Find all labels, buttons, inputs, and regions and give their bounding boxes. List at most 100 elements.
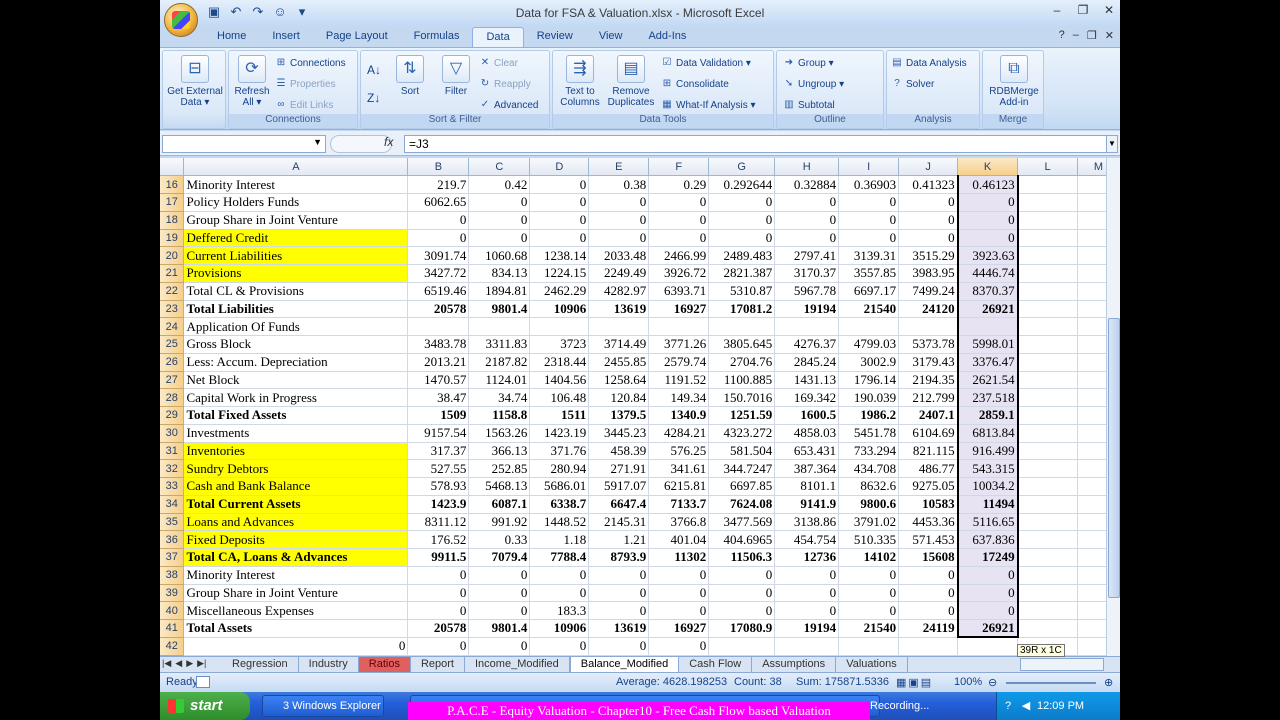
data-cell[interactable]: 571.453: [898, 530, 959, 549]
data-cell[interactable]: 1251.59: [708, 406, 776, 425]
data-cell[interactable]: 733.294: [838, 442, 900, 461]
data-cell[interactable]: 26921: [956, 619, 1019, 639]
empty-cell[interactable]: [1017, 584, 1078, 603]
data-cell[interactable]: 11506.3: [708, 548, 776, 567]
taskbar-recording[interactable]: Recording...: [870, 695, 990, 717]
data-cell[interactable]: 0: [708, 601, 776, 620]
data-cell[interactable]: 0: [956, 211, 1019, 230]
data-cell[interactable]: [898, 637, 959, 656]
data-cell[interactable]: 26921: [956, 300, 1019, 319]
data-cell[interactable]: 16927: [648, 619, 710, 638]
data-cell[interactable]: 0: [708, 566, 776, 585]
data-cell[interactable]: 0: [588, 566, 650, 585]
sheet-tab-assumptions[interactable]: Assumptions: [752, 657, 837, 672]
data-cell[interactable]: 3805.645: [708, 335, 776, 354]
column-header[interactable]: K: [957, 158, 1019, 177]
data-cell[interactable]: 0: [648, 584, 710, 603]
column-header[interactable]: J: [898, 158, 959, 177]
data-cell[interactable]: 1986.2: [838, 406, 900, 425]
data-cell[interactable]: 0: [407, 584, 470, 603]
data-cell[interactable]: 991.92: [468, 513, 531, 532]
data-cell[interactable]: 3771.26: [648, 335, 710, 354]
data-cell[interactable]: 0: [468, 601, 531, 620]
data-cell[interactable]: 1796.14: [838, 371, 900, 390]
data-cell[interactable]: 2013.21: [407, 353, 470, 372]
name-box[interactable]: ▼: [162, 135, 326, 153]
data-cell[interactable]: 2033.48: [588, 246, 650, 265]
data-cell[interactable]: 0: [468, 637, 531, 656]
data-cell[interactable]: 2466.99: [648, 246, 710, 265]
data-cell[interactable]: 0: [529, 566, 590, 585]
data-cell[interactable]: 0.33: [468, 530, 531, 549]
data-cell[interactable]: 401.04: [648, 530, 710, 549]
data-cell[interactable]: 3923.63: [956, 246, 1019, 265]
data-cell[interactable]: 252.85: [468, 459, 531, 478]
empty-cell[interactable]: [1017, 424, 1078, 443]
data-cell[interactable]: 5686.01: [529, 477, 590, 496]
data-cell[interactable]: 2407.1: [898, 406, 959, 425]
data-cell[interactable]: 4276.37: [774, 335, 840, 354]
data-cell[interactable]: 5998.01: [956, 335, 1019, 354]
data-cell[interactable]: 0: [774, 193, 840, 212]
data-cell[interactable]: 3791.02: [838, 513, 900, 532]
data-cell[interactable]: 0: [708, 584, 776, 603]
row-label-cell[interactable]: Total CL & Provisions: [183, 282, 409, 301]
data-cell[interactable]: 2704.76: [708, 353, 776, 372]
data-cell[interactable]: 21540: [838, 300, 900, 319]
start-button[interactable]: start: [160, 692, 250, 720]
help-tray-icon[interactable]: ?: [1001, 699, 1015, 713]
sort-desc-icon[interactable]: Z↓: [367, 91, 380, 105]
first-sheet-icon[interactable]: |◀: [162, 658, 171, 669]
data-cell[interactable]: 6519.46: [407, 282, 470, 301]
data-cell[interactable]: 20578: [407, 619, 470, 638]
expand-formula-icon[interactable]: ▼: [1106, 135, 1118, 153]
data-cell[interactable]: 0: [774, 584, 840, 603]
data-cell[interactable]: 4799.03: [838, 335, 900, 354]
data-cell[interactable]: 0.41323: [898, 175, 959, 194]
data-cell[interactable]: 6104.69: [898, 424, 959, 443]
data-cell[interactable]: 13619: [588, 619, 650, 638]
empty-cell[interactable]: [1017, 406, 1078, 425]
data-cell[interactable]: 0: [468, 229, 531, 248]
minimize-icon[interactable]: –: [1050, 3, 1064, 17]
data-cell[interactable]: 2859.1: [956, 406, 1019, 425]
data-cell[interactable]: 5967.78: [774, 282, 840, 301]
data-cell[interactable]: 0: [898, 193, 959, 212]
row-header[interactable]: 36: [160, 530, 185, 549]
data-cell[interactable]: 0: [648, 229, 710, 248]
volume-tray-icon[interactable]: ◀: [1019, 699, 1033, 713]
row-header[interactable]: 23: [160, 300, 185, 319]
zoom-level[interactable]: 100%: [954, 676, 982, 688]
data-cell[interactable]: 3139.31: [838, 246, 900, 265]
row-label-cell[interactable]: Minority Interest: [183, 566, 409, 585]
data-cell[interactable]: 317.37: [407, 442, 470, 461]
data-cell[interactable]: 0: [468, 566, 531, 585]
data-cell[interactable]: 0: [898, 601, 959, 620]
data-cell[interactable]: 169.342: [774, 388, 840, 407]
data-cell[interactable]: 0.46123: [956, 175, 1019, 194]
data-cell[interactable]: 434.708: [838, 459, 900, 478]
data-cell[interactable]: 4323.272: [708, 424, 776, 443]
data-cell[interactable]: 0: [648, 211, 710, 230]
data-cell[interactable]: 0: [898, 229, 959, 248]
row-label-cell[interactable]: Group Share in Joint Venture: [183, 211, 409, 230]
empty-cell[interactable]: [1017, 317, 1078, 336]
filter-button[interactable]: ▽ Filter: [437, 55, 475, 97]
data-cell[interactable]: 0: [956, 193, 1019, 212]
row-header[interactable]: 40: [160, 601, 185, 620]
data-cell[interactable]: 11494: [956, 495, 1019, 514]
data-cell[interactable]: 5373.78: [898, 335, 959, 354]
sheet-tab-ratios[interactable]: Ratios: [358, 657, 411, 672]
data-cell[interactable]: 0: [529, 584, 590, 603]
empty-cell[interactable]: [1017, 442, 1078, 461]
data-cell[interactable]: 21540: [838, 619, 900, 638]
empty-cell[interactable]: [1017, 264, 1078, 283]
data-cell[interactable]: 16927: [648, 300, 710, 319]
data-cell[interactable]: 2579.74: [648, 353, 710, 372]
row-header[interactable]: 21: [160, 264, 185, 283]
row-label-cell[interactable]: Total Fixed Assets: [183, 406, 409, 425]
row-header[interactable]: 24: [160, 317, 185, 336]
data-cell[interactable]: 0: [588, 584, 650, 603]
data-cell[interactable]: 9141.9: [774, 495, 840, 514]
data-cell[interactable]: 8370.37: [956, 282, 1019, 301]
